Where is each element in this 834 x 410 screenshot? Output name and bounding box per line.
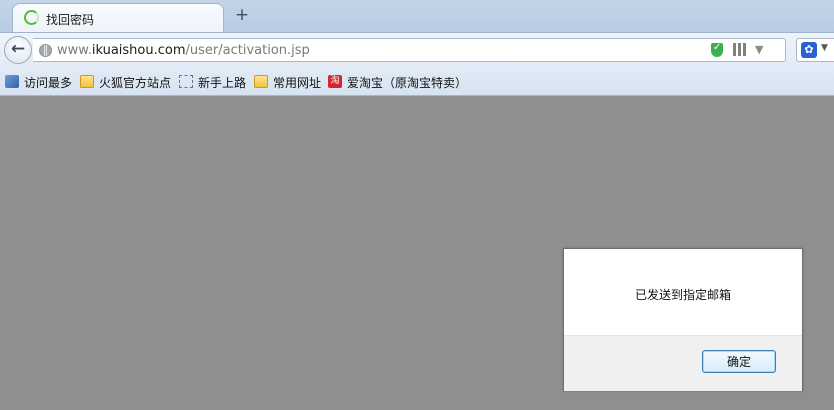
bookmark-label: 新手上路: [198, 76, 247, 90]
dialog-message: 已发送到指定邮箱: [634, 288, 731, 302]
most-visited-icon: [5, 75, 19, 88]
ok-button[interactable]: 确定: [702, 350, 776, 373]
dashed-page-icon: [179, 75, 193, 88]
navigation-bar: ← www.ikuaishou.com/user/activation.jsp …: [0, 33, 834, 67]
url-prefix: www.: [57, 43, 92, 58]
shield-icon[interactable]: [711, 42, 723, 57]
search-engine-selector[interactable]: ✿ ▼: [796, 38, 834, 62]
page-content-overlay: 已发送到指定邮箱 确定: [0, 96, 834, 410]
url-path: /user/activation.jsp: [185, 43, 310, 58]
paw-icon: ✿: [801, 42, 817, 58]
back-button[interactable]: ←: [4, 36, 32, 64]
browser-window: 找回密码 + ← www.ikuaishou.com/user/activati…: [0, 0, 834, 410]
bookmark-label: 访问最多: [24, 76, 73, 90]
folder-icon: [254, 75, 268, 88]
chevron-down-icon: ▼: [821, 43, 828, 53]
dialog-footer: 确定: [564, 335, 802, 391]
history-dropdown-icon[interactable]: ▼: [755, 43, 763, 56]
folder-icon: [80, 75, 94, 88]
globe-icon[interactable]: [39, 44, 52, 57]
tab-title: 找回密码: [46, 13, 95, 27]
address-bar[interactable]: www.ikuaishou.com/user/activation.jsp ▼: [33, 38, 786, 62]
new-tab-button[interactable]: +: [234, 7, 250, 24]
bookmarks-bar: 访问最多 火狐官方站点 新手上路 常用网址 淘 爱淘宝（原淘宝特卖）: [0, 67, 834, 96]
tab-strip: 找回密码 +: [0, 0, 834, 33]
qr-code-icon[interactable]: [733, 43, 746, 56]
bookmark-label: 常用网址: [273, 76, 322, 90]
tab-active[interactable]: 找回密码: [12, 3, 224, 32]
url-text[interactable]: www.ikuaishou.com/user/activation.jsp: [57, 43, 310, 58]
taobao-icon: 淘: [328, 75, 342, 88]
bookmark-label: 爱淘宝（原淘宝特卖）: [347, 76, 468, 90]
alert-dialog: 已发送到指定邮箱 确定: [563, 248, 803, 391]
bookmark-label: 火狐官方站点: [99, 76, 172, 90]
loading-spinner-icon: [24, 10, 39, 25]
url-domain: ikuaishou.com: [91, 43, 186, 58]
